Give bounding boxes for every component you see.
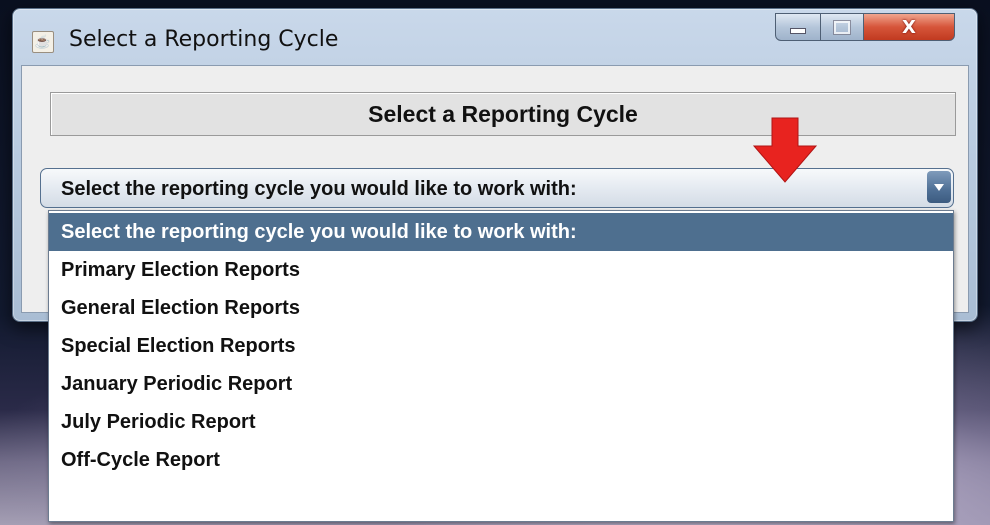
dropdown-option[interactable]: Off-Cycle Report <box>49 441 953 479</box>
dropdown-option[interactable]: Primary Election Reports <box>49 251 953 289</box>
combobox-dropdown-button[interactable] <box>927 171 951 203</box>
maximize-button[interactable] <box>820 13 864 41</box>
dropdown-option[interactable]: Special Election Reports <box>49 327 953 365</box>
close-icon: X <box>902 16 916 38</box>
dropdown-option[interactable]: Select the reporting cycle you would lik… <box>49 213 953 251</box>
java-app-icon: ☕ <box>32 31 54 53</box>
maximize-icon <box>833 19 851 35</box>
title-bar[interactable]: ☕ Select a Reporting Cycle X <box>13 9 977 61</box>
minimize-button[interactable] <box>775 13 821 41</box>
dropdown-option[interactable]: January Periodic Report <box>49 365 953 403</box>
dropdown-list: Select the reporting cycle you would lik… <box>48 210 954 522</box>
combobox-selected-value: Select the reporting cycle you would lik… <box>61 178 577 200</box>
close-button[interactable]: X <box>863 13 955 41</box>
minimize-icon <box>790 28 806 34</box>
dialog-heading: Select a Reporting Cycle <box>368 100 638 127</box>
chevron-down-icon <box>934 183 944 191</box>
window-title: Select a Reporting Cycle <box>69 27 339 52</box>
dropdown-option[interactable]: General Election Reports <box>49 289 953 327</box>
heading-panel: Select a Reporting Cycle <box>50 92 956 136</box>
red-arrow-annotation-icon <box>752 117 818 183</box>
dropdown-option[interactable]: July Periodic Report <box>49 403 953 441</box>
